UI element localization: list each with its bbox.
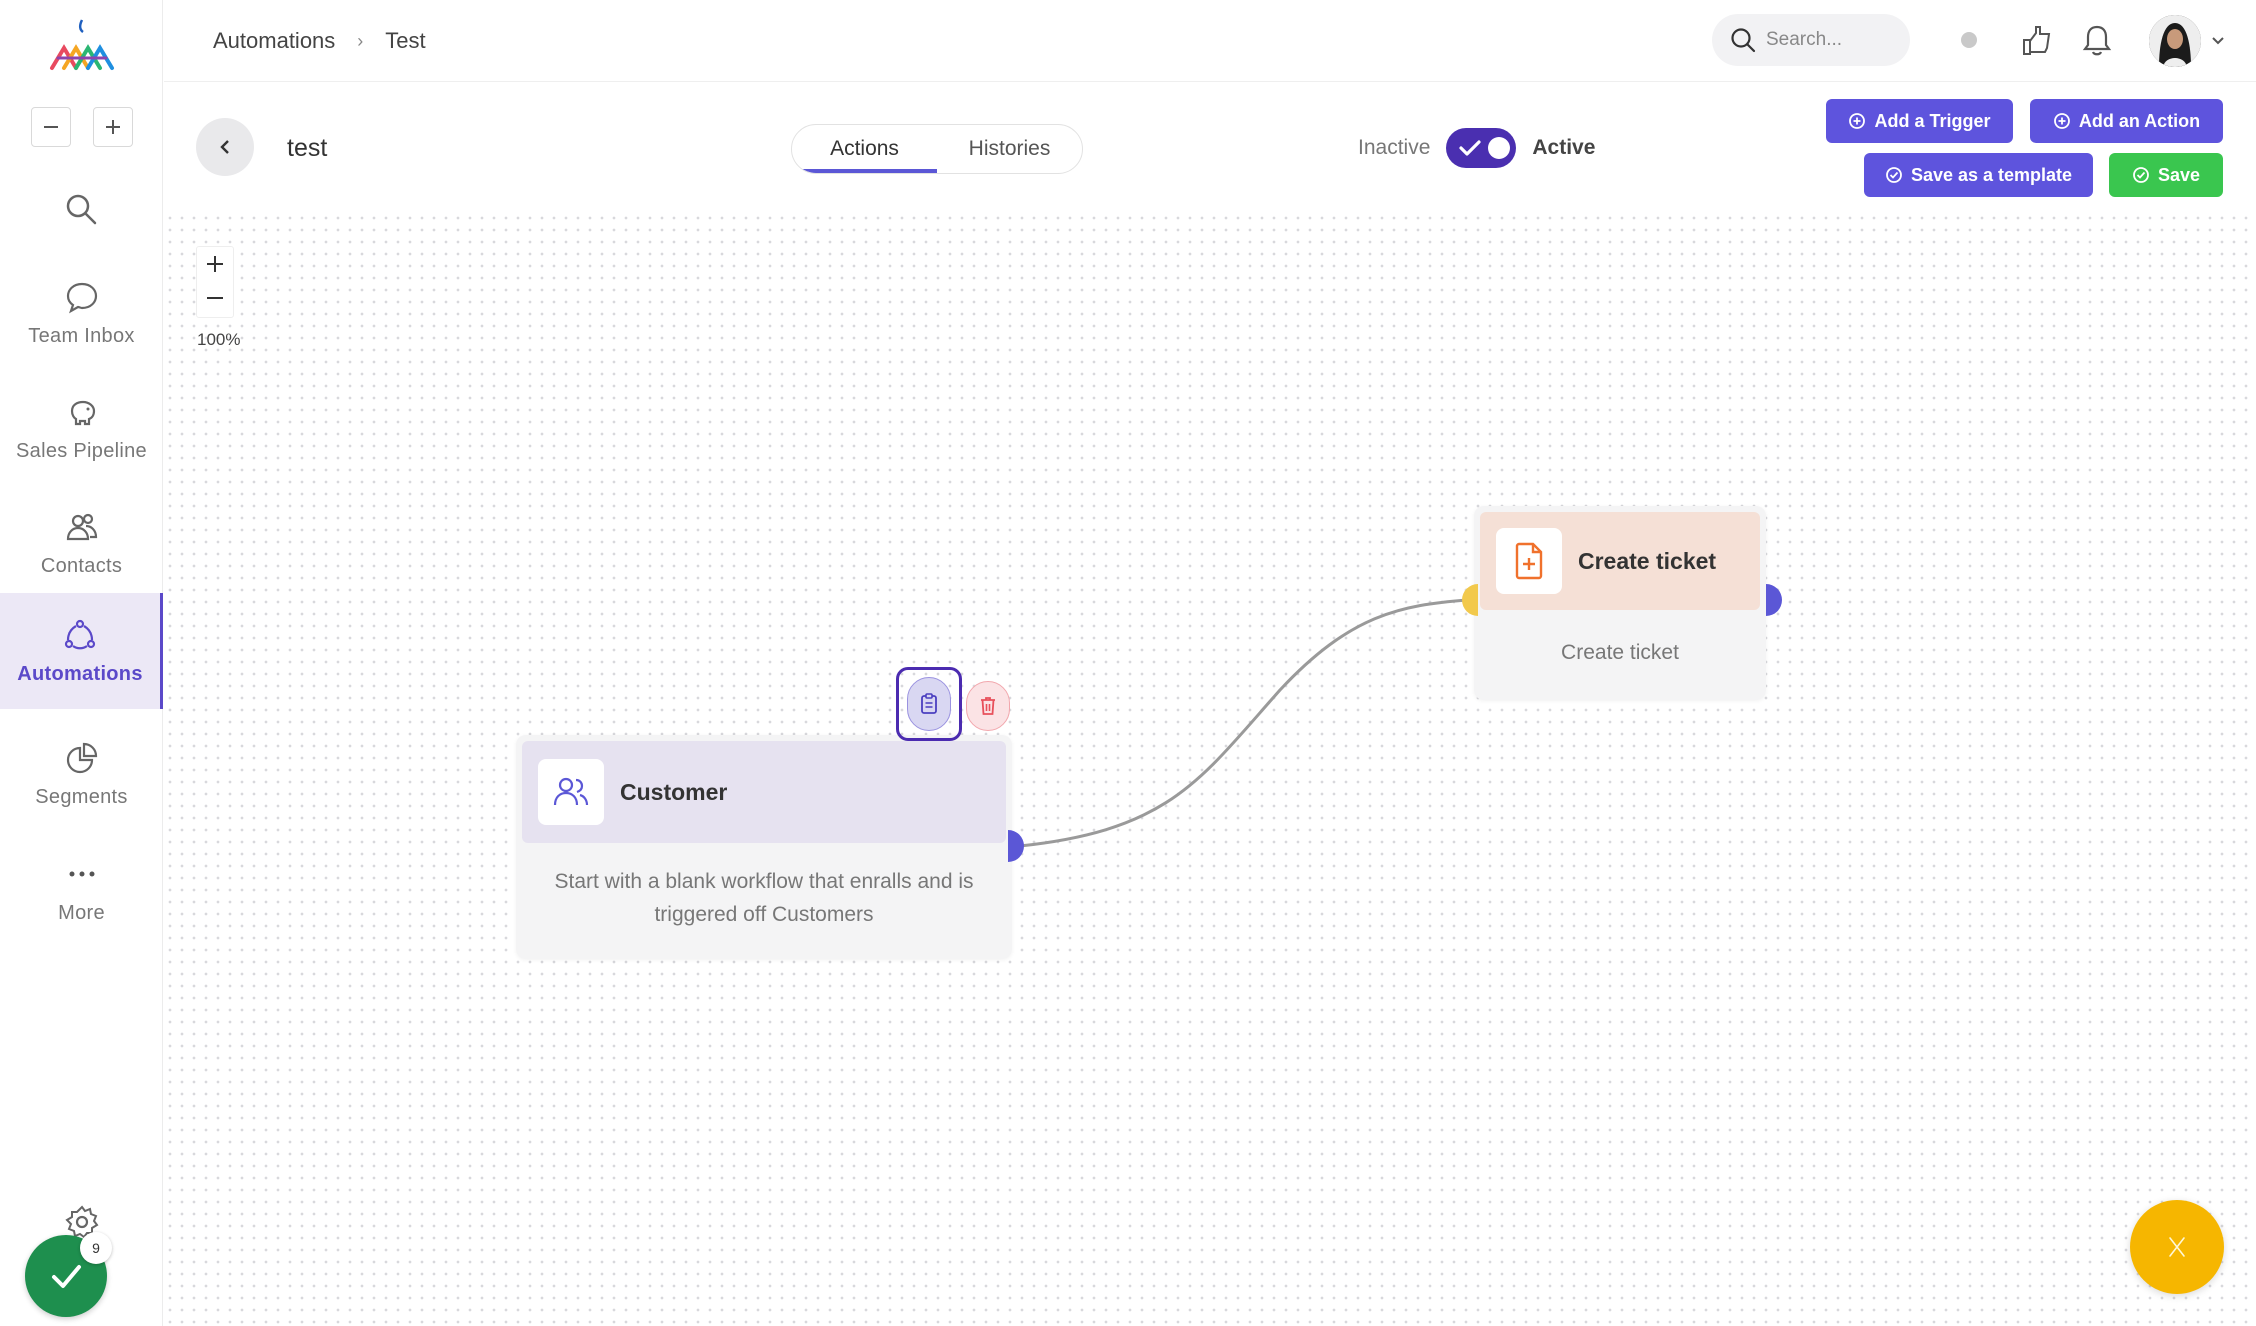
collapse-sidebar-button[interactable] [31, 107, 71, 147]
sparkle-icon [2169, 1237, 2185, 1257]
minus-icon [44, 126, 58, 128]
action-node-description: Create ticket [1561, 641, 1679, 664]
add-trigger-label: Add a Trigger [1874, 110, 1991, 131]
sidebar-item-more[interactable]: More [0, 832, 163, 948]
add-action-label: Add an Action [2078, 110, 2201, 131]
more-dots-icon [69, 871, 94, 876]
plus-icon [207, 256, 223, 272]
workflow-name: test [287, 134, 328, 162]
plus-circle-icon [2053, 113, 2070, 129]
save-template-label: Save as a template [1910, 164, 2073, 185]
trigger-node-customer[interactable]: Customer Start with a blank workflow tha… [516, 735, 1012, 959]
zoom-out-button[interactable] [197, 281, 233, 315]
breadcrumb-automations[interactable]: Automations [213, 28, 335, 54]
toggle-knob [1488, 137, 1511, 159]
sidebar-item-sales-pipeline[interactable]: Sales Pipeline [0, 370, 163, 486]
sidebar-item-team-inbox[interactable]: Team Inbox [0, 255, 163, 371]
breadcrumb-current: Test [385, 28, 426, 53]
sidebar-item-label: Sales Pipeline [16, 439, 147, 462]
search-input[interactable] [1766, 29, 1906, 51]
chat-bubble-icon [66, 282, 97, 313]
piggy-bank-icon [70, 400, 95, 425]
sidebar-item-contacts[interactable]: Contacts [0, 485, 163, 601]
workflow-tabs: Actions Histories [791, 124, 1083, 174]
online-status-indicator [1961, 32, 1977, 48]
breadcrumb-separator: › [357, 30, 364, 51]
plus-circle-icon [1849, 113, 1866, 129]
sidebar-item-label: Team Inbox [28, 324, 135, 347]
active-toggle-group: Inactive Active [1358, 128, 1595, 168]
trigger-node-title: Customer [620, 778, 728, 805]
brand-logo [50, 19, 114, 70]
canvas-zoom-control [196, 246, 234, 318]
check-circle-icon [1886, 167, 1902, 183]
tab-actions[interactable]: Actions [792, 125, 937, 173]
action-node-header: Create ticket [1480, 512, 1760, 610]
automation-cycle-icon [64, 619, 96, 649]
file-plus-icon [1515, 542, 1543, 580]
trash-icon [981, 697, 995, 715]
chevron-down-icon[interactable] [2209, 32, 2227, 50]
checkmark-icon [52, 1265, 81, 1288]
sidebar-item-label: More [58, 901, 105, 924]
sidebar-item-segments[interactable]: Segments [0, 716, 163, 832]
minus-icon [207, 297, 223, 299]
user-avatar[interactable] [2149, 15, 2201, 67]
check-circle-icon [2133, 167, 2149, 183]
trigger-output-port[interactable] [1008, 830, 1030, 862]
active-toggle[interactable] [1446, 128, 1517, 168]
help-chat-button[interactable] [2130, 1200, 2224, 1294]
add-action-button[interactable]: Add an Action [2030, 99, 2223, 143]
sidebar-item-label: Segments [35, 785, 128, 808]
duplicate-node-inner [907, 677, 951, 731]
zoom-in-button[interactable] [197, 247, 233, 281]
trigger-node-description: Start with a blank workflow that enralls… [554, 870, 974, 926]
sidebar-item-label: Automations [17, 662, 143, 685]
zoom-level-readout: 100% [197, 330, 241, 349]
trigger-icon-box [538, 759, 604, 825]
check-icon [1459, 140, 1481, 156]
notification-count-badge: 9 [80, 1232, 112, 1264]
action-icon-box [1496, 528, 1562, 594]
save-template-button[interactable]: Save as a template [1864, 153, 2093, 197]
feedback-thumb-icon[interactable] [2018, 22, 2056, 60]
workflow-canvas[interactable] [164, 212, 2256, 1326]
tab-histories[interactable]: Histories [937, 125, 1082, 173]
active-label: Active [1532, 136, 1596, 159]
clipboard-icon [921, 693, 937, 714]
inactive-label: Inactive [1358, 136, 1431, 159]
header-search[interactable] [1712, 14, 1910, 66]
save-button[interactable]: Save [2109, 153, 2223, 197]
sidebar: Team Inbox Sales Pipeline Contacts Autom… [0, 0, 163, 1326]
save-label: Save [2157, 164, 2201, 185]
plus-icon [106, 120, 120, 134]
contacts-icon [66, 513, 97, 540]
sidebar-item-label: Contacts [40, 554, 123, 577]
pie-chart-icon [66, 742, 97, 773]
action-input-port[interactable] [1456, 584, 1478, 616]
notification-bell-icon[interactable] [2078, 22, 2116, 60]
back-button[interactable] [196, 118, 254, 176]
users-icon [553, 777, 589, 806]
action-output-port[interactable] [1766, 584, 1788, 616]
chevron-left-icon [220, 140, 229, 154]
action-node-create-ticket[interactable]: Create ticket Create ticket [1474, 506, 1766, 700]
sidebar-item-automations[interactable]: Automations [0, 593, 163, 709]
user-avatar-image [2149, 15, 2201, 67]
sidebar-search-icon[interactable] [62, 190, 100, 228]
duplicate-node-button[interactable] [896, 667, 962, 741]
action-node-title: Create ticket [1578, 547, 1717, 574]
expand-sidebar-button[interactable] [93, 107, 133, 147]
sidebar-zoom-controls [31, 107, 133, 147]
breadcrumb: Automations › Test [213, 28, 426, 54]
search-icon [1731, 28, 1756, 53]
trigger-node-header: Customer [522, 741, 1006, 843]
delete-node-button[interactable] [966, 681, 1010, 731]
add-trigger-button[interactable]: Add a Trigger [1826, 99, 2013, 143]
top-header: Automations › Test [164, 0, 2256, 82]
